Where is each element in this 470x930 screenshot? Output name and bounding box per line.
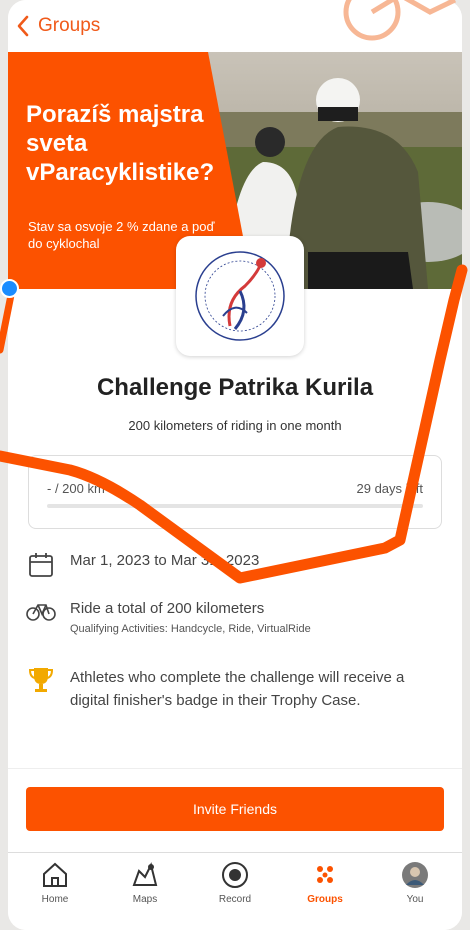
tab-label-you: You	[406, 894, 424, 905]
divider	[8, 768, 462, 769]
reward-row: Athletes who complete the challenge will…	[26, 666, 446, 712]
progress-bar	[47, 504, 423, 508]
progress-card: - / 200 km 29 days left	[28, 455, 442, 529]
tab-groups[interactable]: Groups	[290, 853, 360, 930]
maps-icon	[132, 862, 158, 886]
trophy-icon	[28, 668, 54, 692]
paracycling-emblem	[195, 251, 285, 341]
tab-you[interactable]: You	[380, 853, 450, 930]
calendar-icon	[29, 553, 53, 577]
progress-current: - / 200 km	[47, 481, 105, 496]
top-bar: Groups	[8, 0, 462, 52]
goal-row: Ride a total of 200 kilometers Qualifyin…	[26, 600, 311, 635]
date-range-row: Mar 1, 2023 to Mar 31, 2023	[26, 552, 259, 578]
location-dot	[0, 279, 19, 298]
bike-icon	[26, 604, 56, 621]
home-icon	[43, 862, 67, 887]
reward-text: Athletes who complete the challenge will…	[70, 669, 405, 709]
date-range: Mar 1, 2023 to Mar 31, 2023	[70, 552, 260, 569]
chevron-left-icon	[17, 15, 29, 37]
challenge-description: 200 kilometers of riding in one month	[128, 418, 342, 433]
tab-label-maps: Maps	[132, 894, 158, 905]
groups-icon	[317, 866, 333, 883]
challenge-title: Challenge Patrika Kurila	[96, 374, 374, 401]
days-remaining: 29 days left	[356, 481, 424, 496]
qualifying-activities: Qualifying Activities: Handcycle, Ride, …	[70, 623, 311, 635]
club-logo	[176, 236, 304, 356]
goal-text: Ride a total of 200 kilometers	[70, 600, 265, 617]
tab-home[interactable]: Home	[20, 853, 90, 930]
tab-label-groups: Groups	[307, 894, 343, 905]
phone-screen: Groups Porazíš majstra sveta vParacyklis…	[8, 0, 462, 930]
invite-friends-button[interactable]: Invite Friends	[26, 787, 444, 831]
back-button[interactable]: Groups	[16, 15, 100, 37]
bottom-tab-bar: Home Maps Record Groups You	[8, 852, 462, 930]
tab-label-home: Home	[41, 894, 69, 905]
avatar	[402, 862, 428, 888]
tab-record[interactable]: Record	[200, 853, 270, 930]
back-label: Groups	[38, 15, 101, 36]
record-icon	[222, 862, 248, 888]
hero-title: Porazíš majstra sveta vParacyklistike?	[26, 101, 215, 186]
tab-label-record: Record	[218, 894, 252, 905]
tab-maps[interactable]: Maps	[110, 853, 180, 930]
